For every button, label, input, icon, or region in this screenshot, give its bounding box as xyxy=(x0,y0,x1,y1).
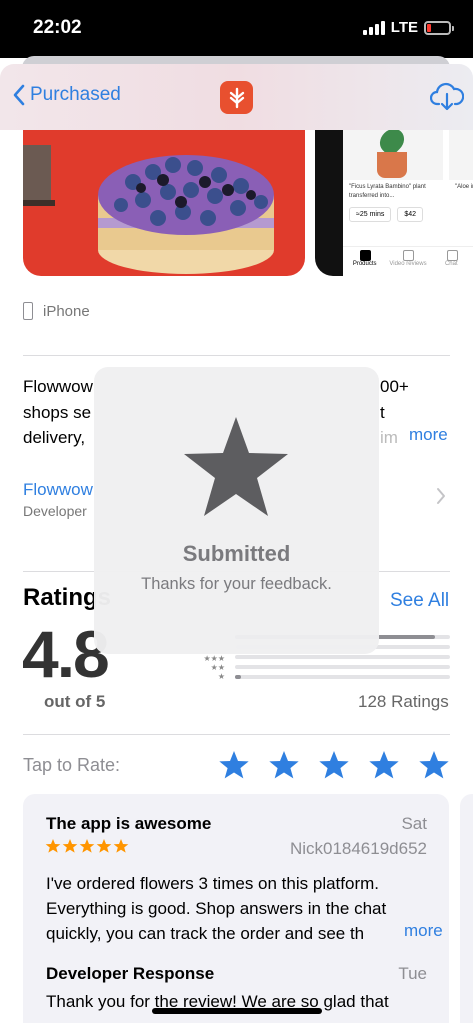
review-card[interactable]: The app is awesome Sat Nick0184619d652 I… xyxy=(23,794,449,1023)
review-body-line: Everything is good. Shop answers in the … xyxy=(46,899,387,918)
screenshot-tab-video-reviews: Video reviews xyxy=(386,247,429,276)
device-type: iPhone xyxy=(23,302,90,320)
developer-link[interactable]: Flowwow xyxy=(23,480,93,500)
chevron-right-icon[interactable] xyxy=(436,487,446,510)
price-label: $42 xyxy=(397,207,424,222)
star-icon xyxy=(184,417,288,516)
developer-label: Developer xyxy=(23,503,87,519)
star-level-label: ★★ xyxy=(210,663,225,672)
review-body: I've ordered flowers 3 times on this pla… xyxy=(46,871,436,946)
plant-caption-2: "Aloe into b xyxy=(455,184,473,190)
star-level-labels: ★★★ ★★ ★ xyxy=(195,654,225,681)
rate-star-icon[interactable] xyxy=(318,749,350,786)
review-body-line: I've ordered flowers 3 times on this pla… xyxy=(46,874,379,893)
star-level-label: ★★★ xyxy=(203,654,225,663)
chevron-left-icon xyxy=(13,84,25,106)
review-star-icon xyxy=(62,838,78,859)
review-star-icon xyxy=(45,838,61,859)
developer-response-title: Developer Response xyxy=(46,964,215,983)
hud-title: Submitted xyxy=(182,541,291,566)
signal-icon xyxy=(362,20,385,35)
screenshot-tab-chat: Chat xyxy=(430,247,473,276)
distribution-bar xyxy=(235,665,450,669)
hud-subtitle: Thanks for your feedback. xyxy=(141,575,332,593)
distribution-bar xyxy=(235,675,450,679)
tap-to-rate-label: Tap to Rate: xyxy=(23,755,121,775)
star-level-label: ★ xyxy=(217,672,225,681)
review-stars xyxy=(45,838,129,859)
battery-icon xyxy=(424,20,454,35)
review-star-icon xyxy=(113,838,129,859)
review-date: Sat xyxy=(401,814,427,833)
download-cloud-icon[interactable] xyxy=(429,82,465,117)
status-bar: 22:02 LTE xyxy=(0,0,473,58)
review-star-icon xyxy=(96,838,112,859)
description-fragment: t xyxy=(380,402,385,422)
divider xyxy=(23,734,450,735)
developer-response-date: Tue xyxy=(398,964,427,983)
iphone-icon xyxy=(23,302,33,320)
device-label: iPhone xyxy=(43,302,90,320)
app-screenshot-products[interactable]: "Ficus Lyrata Bambino" plant transferred… xyxy=(315,120,473,276)
status-time: 22:02 xyxy=(33,17,82,38)
description-fragment: im xyxy=(380,428,398,447)
app-logo-icon xyxy=(220,81,253,114)
description-fragment: 00+ xyxy=(380,377,409,396)
feedback-submitted-hud: Submitted Thanks for your feedback. xyxy=(94,367,379,654)
home-indicator[interactable] xyxy=(152,1008,322,1014)
network-type: LTE xyxy=(390,19,418,36)
eta-label: ≈25 mins xyxy=(349,207,392,222)
rate-star-icon[interactable] xyxy=(268,749,300,786)
rate-star-icon[interactable] xyxy=(418,749,450,786)
back-label: Purchased xyxy=(30,84,121,105)
rate-star-icon[interactable] xyxy=(368,749,400,786)
screenshot-tab-products: Products xyxy=(343,247,386,276)
see-all-link[interactable]: See All xyxy=(390,590,449,612)
back-button[interactable]: Purchased xyxy=(12,84,121,106)
review-title: The app is awesome xyxy=(46,814,212,833)
review-star-icon xyxy=(79,838,95,859)
app-screenshot-cake[interactable] xyxy=(23,120,305,276)
review-body-line: quickly, you can track the order and see… xyxy=(46,924,365,943)
rate-star-icon[interactable] xyxy=(218,749,250,786)
review-more-link[interactable]: more xyxy=(386,921,443,941)
navigation-bar: Purchased xyxy=(0,64,473,130)
ratings-count: 128 Ratings xyxy=(358,692,449,711)
divider xyxy=(23,355,450,356)
next-review-card[interactable] xyxy=(460,794,473,1023)
tap-to-rate-stars[interactable] xyxy=(218,749,450,786)
distribution-bar xyxy=(235,655,450,659)
description-more-link[interactable]: more xyxy=(409,425,448,445)
out-of-label: out of 5 xyxy=(44,692,106,711)
screenshot-tab-bar: Products Video reviews Chat xyxy=(343,246,473,276)
plant-caption: "Ficus Lyrata Bambino" plant transferred… xyxy=(349,184,426,199)
description-right-fragments: 00+ t im xyxy=(380,374,409,451)
review-author: Nick0184619d652 xyxy=(289,839,427,858)
